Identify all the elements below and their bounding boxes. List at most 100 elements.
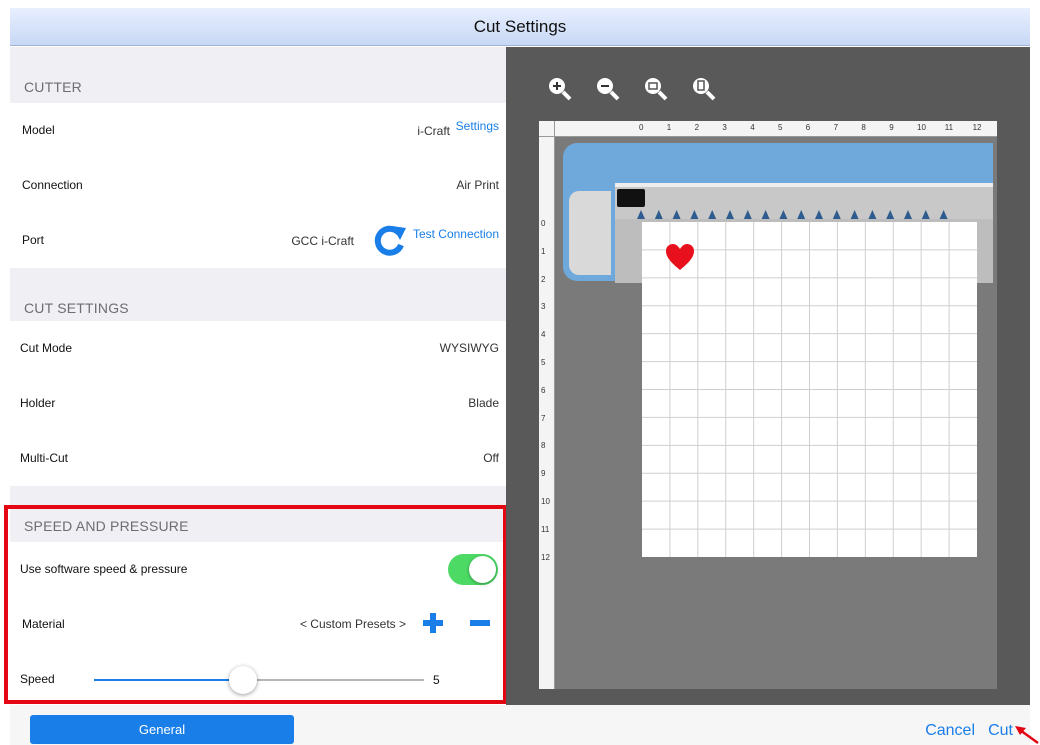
ruler-left-tick: 10 bbox=[541, 497, 550, 506]
holder-label: Holder bbox=[20, 396, 56, 410]
roller-marker bbox=[779, 210, 788, 219]
speed-slider-thumb[interactable] bbox=[228, 666, 257, 694]
roller-marker bbox=[815, 210, 823, 219]
model-value: i-Craft bbox=[417, 124, 450, 138]
cutter-carriage bbox=[617, 189, 645, 207]
software-speed-label: Use software speed & pressure bbox=[20, 562, 188, 576]
model-label: Model bbox=[22, 123, 55, 137]
roller-marker bbox=[904, 210, 912, 219]
roller-marker bbox=[886, 210, 895, 219]
ruler-left-tick: 12 bbox=[541, 552, 550, 562]
holder-row[interactable]: Holder Blade bbox=[10, 376, 506, 431]
cancel-link[interactable]: Cancel bbox=[925, 722, 975, 740]
roller-marker bbox=[672, 210, 681, 219]
cut-preview-canvas[interactable]: 0 1 2 3 4 5 6 7 8 9 10 11 12 0 1 2 3 4 5 6 7 8 9 10 11 12 bbox=[539, 121, 997, 689]
roller-marker bbox=[743, 210, 752, 219]
software-speed-row: Use software speed & pressure bbox=[10, 542, 506, 597]
material-label: Material bbox=[22, 617, 65, 631]
toggle-knob bbox=[469, 556, 496, 583]
roller-marker bbox=[761, 210, 770, 219]
ruler-left-tick: 6 bbox=[541, 385, 546, 395]
ruler-top-tick: 10 bbox=[917, 123, 926, 132]
settings-link[interactable]: Settings bbox=[456, 119, 499, 133]
ruler-left-tick: 5 bbox=[541, 358, 546, 367]
roller-markers bbox=[637, 210, 948, 219]
speed-slider[interactable] bbox=[94, 666, 424, 694]
connection-value: Air Print bbox=[456, 178, 499, 192]
speed-slider-fill bbox=[94, 679, 243, 681]
cutter-section-header: CUTTER bbox=[10, 47, 506, 103]
roller-marker bbox=[939, 210, 948, 219]
roller-marker bbox=[708, 210, 717, 219]
red-arrow-annotation bbox=[1015, 726, 1039, 745]
connection-label: Connection bbox=[22, 178, 83, 192]
ruler-left-tick: 8 bbox=[541, 441, 546, 451]
roller-marker bbox=[850, 210, 859, 219]
ruler-top-tick: 5 bbox=[778, 123, 783, 132]
roller-marker bbox=[868, 210, 877, 219]
cut-mode-label: Cut Mode bbox=[20, 341, 73, 355]
title-bar: Cut Settings bbox=[10, 8, 1030, 46]
roller-marker bbox=[654, 210, 663, 219]
ruler-left: 0 1 2 3 4 5 6 7 8 9 10 11 12 bbox=[539, 137, 555, 689]
general-button[interactable]: General bbox=[30, 715, 294, 744]
cutting-mat bbox=[642, 222, 977, 557]
roller-marker bbox=[921, 210, 930, 219]
cut-settings-section-header: CUT SETTINGS bbox=[10, 268, 506, 324]
multicut-label: Multi-Cut bbox=[20, 451, 69, 465]
ruler-left-tick: 3 bbox=[541, 302, 546, 312]
speed-pressure-section-header: SPEED AND PRESSURE bbox=[10, 486, 506, 542]
ruler-top-tick: 11 bbox=[944, 123, 954, 132]
connection-row: Connection Air Print bbox=[10, 158, 506, 213]
roller-marker bbox=[690, 210, 699, 219]
speed-label: Speed bbox=[20, 672, 55, 686]
speed-value: 5 bbox=[433, 673, 440, 687]
ruler-top-tick: 9 bbox=[889, 123, 894, 132]
cutter-machine-body bbox=[563, 143, 993, 183]
port-row: Port GCC i-Craft Test Connection bbox=[10, 213, 506, 268]
software-speed-toggle[interactable] bbox=[448, 554, 498, 585]
cutter-header-label: CUTTER bbox=[24, 79, 82, 95]
ruler-top-tick: 6 bbox=[805, 123, 811, 132]
ruler-left-tick: 7 bbox=[541, 413, 546, 423]
window-title: Cut Settings bbox=[473, 16, 567, 36]
zoom-fit-icon[interactable] bbox=[642, 75, 668, 101]
cut-link[interactable]: Cut bbox=[988, 722, 1013, 740]
roller-marker bbox=[832, 210, 841, 219]
model-row: Model i-Craft Settings bbox=[10, 103, 506, 158]
ruler-top-tick: 7 bbox=[833, 123, 839, 132]
bottom-bar: General Cancel Cut bbox=[10, 705, 1030, 745]
speed-row: Speed 5 bbox=[10, 652, 506, 705]
ruler-top-tick: 8 bbox=[861, 123, 866, 132]
cut-settings-header-label: CUT SETTINGS bbox=[24, 300, 129, 316]
ruler-left-tick: 4 bbox=[541, 330, 546, 340]
speed-pressure-header-label: SPEED AND PRESSURE bbox=[24, 518, 189, 534]
ruler-left-tick: 9 bbox=[541, 469, 546, 479]
remove-material-icon[interactable] bbox=[467, 610, 493, 636]
refresh-icon[interactable] bbox=[370, 222, 408, 260]
ruler-corner bbox=[539, 121, 555, 137]
cut-mode-row[interactable]: Cut Mode WYSIWYG bbox=[10, 321, 506, 376]
multicut-value: Off bbox=[483, 451, 499, 465]
material-row: Material < Custom Presets > bbox=[10, 597, 506, 652]
settings-panel: CUTTER Model i-Craft Settings Connection… bbox=[10, 47, 506, 705]
ruler-top: 0 1 2 3 4 5 6 7 8 9 10 11 12 bbox=[555, 121, 997, 137]
zoom-page-icon[interactable] bbox=[690, 75, 716, 101]
zoom-out-icon[interactable] bbox=[594, 75, 620, 101]
ruler-left-tick: 2 bbox=[541, 274, 546, 284]
ruler-top-tick: 4 bbox=[750, 123, 755, 132]
add-material-icon[interactable] bbox=[420, 610, 446, 636]
ruler-top-tick: 0 bbox=[639, 123, 644, 132]
multicut-row[interactable]: Multi-Cut Off bbox=[10, 431, 506, 486]
cutter-machine-side-panel bbox=[569, 191, 611, 275]
port-value: GCC i-Craft bbox=[291, 234, 354, 248]
test-connection-link[interactable]: Test Connection bbox=[413, 227, 499, 241]
ruler-top-tick: 2 bbox=[694, 123, 700, 132]
material-presets-value[interactable]: < Custom Presets > bbox=[300, 617, 406, 631]
roller-marker bbox=[797, 210, 806, 219]
cut-mode-value: WYSIWYG bbox=[439, 341, 499, 355]
zoom-in-icon[interactable] bbox=[546, 75, 572, 101]
holder-value: Blade bbox=[468, 396, 499, 410]
heart-design-shape[interactable] bbox=[665, 243, 695, 271]
roller-marker bbox=[637, 210, 645, 219]
